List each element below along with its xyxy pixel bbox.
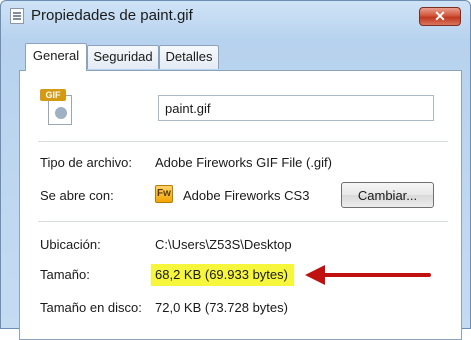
size-label: Tamaño: (40, 267, 90, 282)
location-label: Ubicación: (40, 237, 101, 252)
properties-window: Propiedades de paint.gif ✕ General Segur… (0, 0, 471, 340)
size-value: 68,2 KB (69.933 bytes) (155, 267, 288, 282)
gif-file-icon: GIF (40, 89, 78, 127)
gif-badge: GIF (40, 89, 66, 101)
opens-with-value: Adobe Fireworks CS3 (183, 188, 310, 203)
general-tab-panel: GIF Tipo de archivo: Adobe Fireworks GIF… (19, 70, 462, 340)
tab-general[interactable]: General (25, 43, 87, 71)
opens-with-label: Se abre con: (40, 188, 114, 203)
annotation-arrow (321, 273, 431, 277)
annotation-arrow-head (305, 265, 325, 285)
change-button[interactable]: Cambiar... (341, 182, 434, 208)
title-bar[interactable]: Propiedades de paint.gif ✕ (1, 1, 470, 31)
size-on-disk-value: 72,0 KB (73.728 bytes) (155, 300, 288, 315)
close-button[interactable]: ✕ (419, 7, 461, 26)
file-name-field[interactable] (158, 95, 434, 121)
fireworks-app-icon: Fw (155, 185, 173, 203)
size-on-disk-label: Tamaño en disco: (40, 300, 142, 315)
tab-detalles[interactable]: Detalles (159, 45, 219, 69)
location-value: C:\Users\Z53S\Desktop (155, 237, 292, 252)
file-type-value: Adobe Fireworks GIF File (.gif) (155, 155, 332, 170)
divider (38, 141, 448, 142)
divider (38, 221, 448, 222)
tab-seguridad[interactable]: Seguridad (87, 45, 159, 69)
document-icon (10, 8, 24, 24)
file-type-label: Tipo de archivo: (40, 155, 133, 170)
window-title: Propiedades de paint.gif (31, 7, 193, 24)
